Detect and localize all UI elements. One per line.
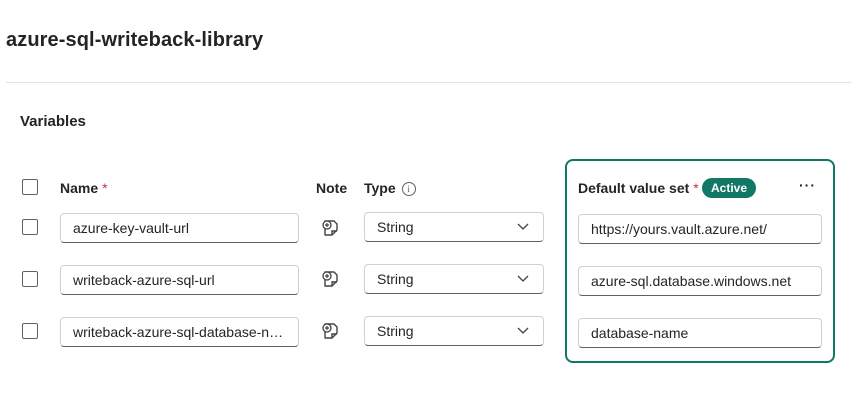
note-add-icon[interactable] bbox=[321, 269, 341, 289]
column-header-note: Note bbox=[316, 180, 348, 196]
select-all-checkbox[interactable] bbox=[22, 179, 38, 195]
type-dropdown[interactable]: String bbox=[364, 264, 544, 294]
variable-name-input[interactable]: writeback-azure-sql-url bbox=[60, 265, 299, 295]
type-dropdown[interactable]: String bbox=[364, 316, 544, 346]
required-marker: * bbox=[693, 180, 699, 196]
column-header-name: Name * bbox=[60, 180, 108, 196]
section-title: Variables bbox=[20, 113, 86, 130]
chevron-down-icon bbox=[517, 275, 529, 282]
note-add-icon[interactable] bbox=[321, 218, 341, 238]
note-add-icon[interactable] bbox=[321, 321, 341, 341]
column-header-default-value-set: Default value set * bbox=[578, 180, 699, 196]
more-options-button[interactable]: ··· bbox=[799, 177, 816, 193]
required-marker: * bbox=[102, 180, 108, 196]
row-checkbox[interactable] bbox=[22, 219, 38, 235]
default-value-input[interactable]: https://yours.vault.azure.net/ bbox=[578, 214, 822, 244]
type-dropdown-value: String bbox=[377, 323, 414, 339]
row-checkbox[interactable] bbox=[22, 271, 38, 287]
status-badge: Active bbox=[702, 178, 757, 198]
info-icon[interactable]: i bbox=[401, 182, 416, 196]
type-dropdown[interactable]: String bbox=[364, 212, 544, 242]
row-checkbox[interactable] bbox=[22, 323, 38, 339]
variable-name-input[interactable]: azure-key-vault-url bbox=[60, 213, 299, 243]
chevron-down-icon bbox=[517, 327, 529, 334]
variable-name-input[interactable]: writeback-azure-sql-database-name bbox=[60, 317, 299, 347]
default-value-set-label: Default value set bbox=[578, 180, 690, 196]
column-header-type: Type i bbox=[364, 180, 416, 196]
type-dropdown-value: String bbox=[377, 219, 414, 235]
column-header-name-label: Name bbox=[60, 180, 99, 196]
default-value-input[interactable]: database-name bbox=[578, 318, 822, 348]
header-divider bbox=[6, 82, 851, 83]
default-value-input[interactable]: azure-sql.database.windows.net bbox=[578, 266, 822, 296]
page-title: azure-sql-writeback-library bbox=[6, 29, 264, 51]
type-dropdown-value: String bbox=[377, 271, 414, 287]
column-header-type-label: Type bbox=[364, 180, 396, 196]
chevron-down-icon bbox=[517, 223, 529, 230]
